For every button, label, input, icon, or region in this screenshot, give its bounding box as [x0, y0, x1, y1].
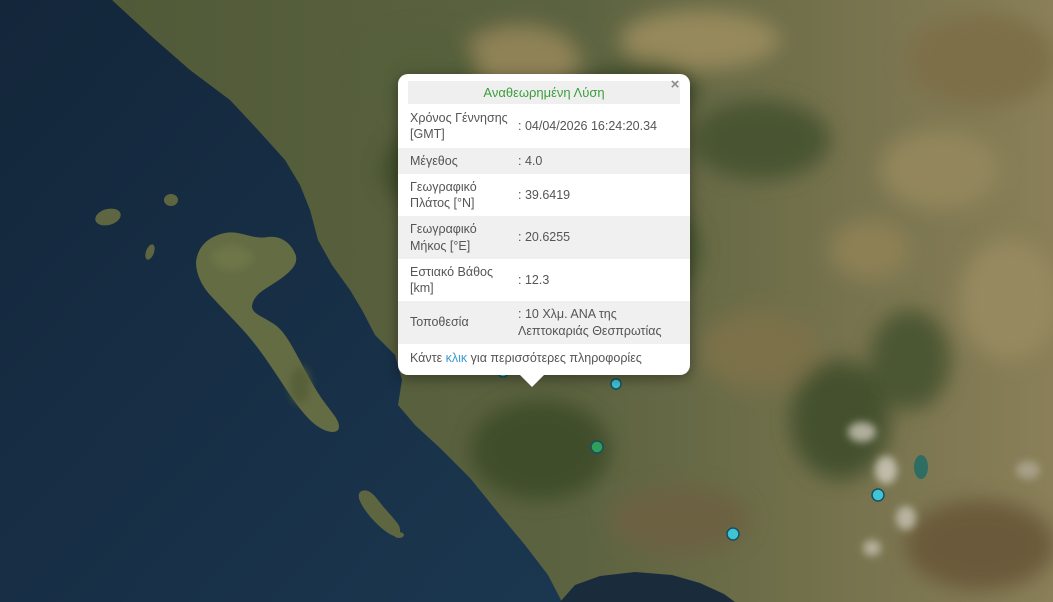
popup-row-origin-time: Χρόνος Γέννησης [GMT] : 04/04/2026 16:24… [398, 105, 690, 148]
popup-title: Αναθεωρημένη Λύση [408, 81, 680, 104]
earthquake-marker[interactable] [591, 441, 603, 453]
more-info-link[interactable]: κλικ [446, 351, 468, 365]
popup-row-label: Χρόνος Γέννησης [GMT] [410, 110, 514, 143]
popup-row-value: : 20.6255 [514, 229, 678, 245]
earthquake-popup: × Αναθεωρημένη Λύση Χρόνος Γέννησης [GMT… [398, 74, 690, 375]
footer-text-prefix: Κάντε [410, 351, 446, 365]
popup-pointer [519, 374, 545, 387]
popup-row-location: Τοποθεσία : 10 Χλμ. ΑΝΑ της Λεπτοκαριάς … [398, 301, 690, 344]
popup-row-label: Γεωγραφικό Μήκος [°E] [410, 221, 514, 254]
earthquake-marker[interactable] [872, 489, 884, 501]
popup-row-value: : 39.6419 [514, 187, 678, 203]
popup-row-value: : 12.3 [514, 272, 678, 288]
popup-row-value: : 4.0 [514, 153, 678, 169]
popup-row-depth: Εστιακό Βάθος [km] : 12.3 [398, 259, 690, 302]
popup-row-label: Μέγεθος [410, 153, 514, 169]
popup-close-button[interactable]: × [666, 76, 684, 94]
earthquake-marker[interactable] [611, 379, 621, 389]
footer-text-suffix: για περισσότερες πληροφορίες [467, 351, 642, 365]
popup-rows: Χρόνος Γέννησης [GMT] : 04/04/2026 16:24… [398, 105, 690, 344]
popup-row-latitude: Γεωγραφικό Πλάτος [°N] : 39.6419 [398, 174, 690, 217]
popup-footer: Κάντε κλικ για περισσότερες πληροφορίες [398, 344, 690, 368]
popup-row-value: : 04/04/2026 16:24:20.34 [514, 118, 678, 134]
popup-row-value: : 10 Χλμ. ΑΝΑ της Λεπτοκαριάς Θεσπρωτίας [514, 306, 678, 339]
popup-row-longitude: Γεωγραφικό Μήκος [°E] : 20.6255 [398, 216, 690, 259]
popup-row-label: Γεωγραφικό Πλάτος [°N] [410, 179, 514, 212]
popup-row-label: Εστιακό Βάθος [km] [410, 264, 514, 297]
popup-row-magnitude: Μέγεθος : 4.0 [398, 148, 690, 174]
earthquake-marker[interactable] [727, 528, 739, 540]
popup-row-label: Τοποθεσία [410, 314, 514, 330]
map-view[interactable]: × Αναθεωρημένη Λύση Χρόνος Γέννησης [GMT… [0, 0, 1053, 602]
